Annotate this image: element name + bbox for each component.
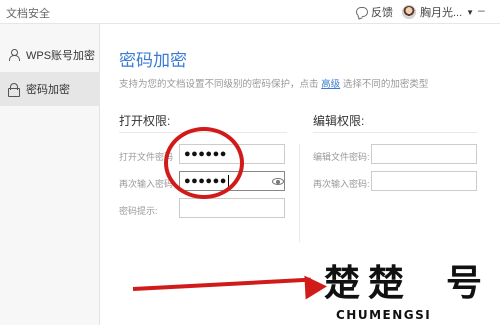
advanced-link[interactable]: 高级 (321, 79, 340, 90)
chat-icon (356, 7, 368, 17)
description: 支持为您的文档设置不同级别的密码保护，点击 高级 选择不同的加密类型 (119, 76, 428, 90)
sidebar-item-password[interactable]: 密码加密 (0, 72, 100, 106)
edit-confirm-password-label: 再次输入密码: (313, 179, 370, 189)
eye-icon[interactable] (272, 178, 284, 185)
section-divider (299, 144, 300, 242)
edit-confirm-password-field[interactable] (371, 171, 477, 191)
divider (313, 132, 477, 133)
watermark-glyph: 楚 (368, 263, 405, 304)
lock-icon (8, 82, 20, 97)
user-menu[interactable]: 胸月光... ▼ (402, 3, 474, 21)
sidebar-item-label: 密码加密 (26, 84, 70, 96)
sidebar: WPS账号加密 密码加密 (0, 24, 100, 325)
watermark-logo: 楚 楚 号 CHUMENGSI (322, 262, 500, 325)
window-title: 文档安全 (6, 8, 50, 20)
feedback-button[interactable]: 反馈 (356, 4, 393, 20)
open-permission-title: 打开权限: (119, 114, 171, 128)
title-bar: 文档安全 反馈 胸月光... ▼ – (0, 0, 500, 24)
sidebar-item-wps-account[interactable]: WPS账号加密 (0, 38, 100, 72)
edit-password-field[interactable] (371, 144, 477, 164)
watermark-text: CHUMENGSI (336, 308, 432, 322)
avatar (402, 5, 416, 19)
feedback-label: 反馈 (371, 7, 393, 19)
confirm-password-label: 再次输入密码 (119, 179, 174, 189)
watermark-glyph: 号 (446, 263, 483, 304)
minimize-icon[interactable]: – (478, 3, 485, 17)
user-name: 胸月光... (420, 7, 463, 19)
chevron-down-icon: ▼ (466, 7, 475, 17)
highlight-circle (164, 127, 244, 199)
person-icon (8, 49, 20, 61)
password-hint-label: 密码提示: (119, 206, 158, 216)
page-title: 密码加密 (119, 51, 187, 70)
watermark-glyph: 楚 (324, 263, 361, 304)
edit-permission-title: 编辑权限: (313, 114, 365, 128)
description-text: 支持为您的文档设置不同级别的密码保护，点击 (119, 79, 319, 90)
password-hint-field[interactable] (179, 198, 285, 218)
edit-password-label: 编辑文件密码: (313, 152, 370, 162)
description-text-after: 选择不同的加密类型 (342, 79, 429, 90)
sidebar-item-label: WPS账号加密 (26, 50, 96, 62)
